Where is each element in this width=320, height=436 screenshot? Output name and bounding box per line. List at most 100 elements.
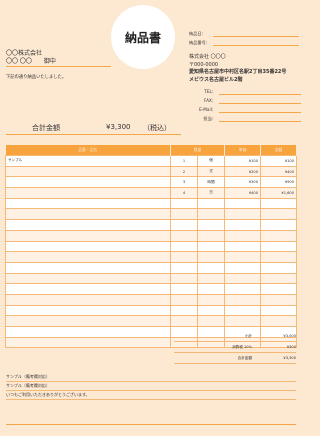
cell-quantity	[170, 283, 198, 295]
cell-item-name	[5, 197, 171, 210]
contact-value	[219, 114, 301, 122]
delivery-note-page: 納品書 納品日： 納品番号： 〇〇株式会社 〇〇 〇〇 御中 下記の通り納品いた…	[0, 0, 301, 436]
header-amount: 金額	[260, 145, 297, 156]
summary-tax: 消費税 10% ¥300	[174, 342, 296, 353]
cell-quantity	[170, 315, 198, 327]
cell-item-name	[5, 304, 171, 317]
items-table: 品番・品名 数量 単価 金額 サンプル 1 個 ¥100 ¥100 2 式 ¥200 ¥400 3…	[5, 145, 297, 349]
meta-row-number: 納品番号：	[189, 38, 299, 47]
header-unit-price: 単価	[224, 145, 261, 156]
cell-quantity	[170, 272, 198, 285]
cell-quantity	[170, 219, 198, 231]
total-amount: ¥3,300	[106, 123, 131, 131]
cell-unit	[197, 197, 225, 210]
cell-unit: 式	[197, 165, 225, 178]
note-line: いつもご利用いただきありがとうございます。	[6, 391, 296, 400]
cell-unit-price	[224, 219, 261, 231]
table-row	[5, 251, 297, 263]
contact-label: E-Mail：	[199, 107, 216, 112]
cell-unit-price	[224, 261, 261, 274]
summary-label: 小計	[244, 333, 252, 338]
table-row: 4 日 ¥400 ¥1,600	[5, 187, 297, 199]
contact-value	[219, 87, 301, 95]
client-honorific: 御中	[43, 58, 56, 65]
company-postal: 〒000-0000	[189, 61, 219, 68]
cell-quantity: 3	[170, 176, 198, 189]
table-row	[5, 229, 297, 242]
table-row	[5, 283, 297, 295]
cell-unit	[197, 272, 225, 285]
table-row	[5, 261, 297, 274]
cell-unit	[197, 293, 225, 306]
summary-block: 小計 ¥3,000 消費税 10% ¥300 合計金額 ¥3,300	[174, 331, 296, 364]
cell-unit-price	[224, 315, 261, 327]
contact-row-tel: TEL：	[189, 87, 301, 96]
cell-unit-price	[224, 283, 261, 295]
cell-unit-price: ¥400	[224, 187, 261, 199]
cell-item-name	[5, 272, 171, 285]
cell-quantity	[170, 229, 198, 242]
cell-quantity	[170, 251, 198, 263]
table-row	[5, 208, 297, 221]
cell-item-name	[5, 176, 171, 189]
cell-unit-price	[224, 251, 261, 263]
cell-unit	[197, 229, 225, 242]
cell-unit-price	[224, 197, 261, 210]
client-name: 〇〇株式会社	[6, 50, 43, 57]
table-row	[5, 315, 297, 327]
cell-unit-price: ¥300	[224, 176, 261, 189]
cell-unit-price	[224, 272, 261, 285]
document-meta: 納品日： 納品番号：	[189, 29, 299, 47]
cell-amount	[260, 197, 297, 210]
total-amount-box: 合計金額 ¥3,300 （税込）	[6, 120, 181, 135]
cell-unit	[197, 304, 225, 317]
cell-item-name	[5, 293, 171, 306]
table-row	[5, 293, 297, 306]
cell-unit	[197, 251, 225, 263]
contact-label: 担当：	[203, 116, 216, 121]
items-body: サンプル 1 個 ¥100 ¥100 2 式 ¥200 ¥400 3 時間 ¥300 ¥900 4 日 ¥40…	[5, 155, 297, 349]
table-row	[5, 219, 297, 231]
cell-quantity: 4	[170, 187, 198, 199]
cell-item-name	[5, 229, 171, 242]
cell-amount: ¥400	[260, 165, 297, 178]
cell-unit	[197, 240, 225, 253]
client-block: 〇〇株式会社 〇〇 〇〇 御中	[6, 50, 111, 67]
cell-quantity	[170, 261, 198, 274]
note-line: サンプル（備考欄対応）	[6, 373, 296, 382]
cell-amount	[260, 283, 297, 295]
cell-item-name	[5, 165, 171, 178]
client-person: 〇〇 〇〇	[6, 58, 32, 65]
cell-item-name	[5, 283, 171, 295]
cell-unit-price	[224, 293, 261, 306]
intro-text: 下記の通り納品いたしました。	[6, 75, 67, 80]
cell-amount	[260, 251, 297, 263]
total-tax-note: （税込）	[143, 124, 171, 132]
cell-item-name	[5, 208, 171, 221]
cell-amount	[260, 219, 297, 231]
cell-unit-price	[224, 229, 261, 242]
note-line: サンプル（備考欄対応）	[6, 382, 296, 391]
contact-label: FAX：	[204, 98, 216, 103]
cell-quantity: 2	[170, 165, 198, 178]
contact-row-fax: FAX：	[189, 96, 301, 105]
cell-amount	[260, 293, 297, 306]
table-row	[5, 304, 297, 317]
summary-value: ¥300	[286, 345, 296, 349]
table-row: サンプル 1 個 ¥100 ¥100	[5, 155, 297, 167]
company-address-2: メビウス名古屋ビル2階	[189, 76, 243, 83]
cell-amount	[260, 240, 297, 253]
summary-subtotal: 小計 ¥3,000	[174, 331, 296, 342]
total-label: 合計金額	[32, 124, 60, 132]
cell-unit	[197, 261, 225, 274]
contact-value	[219, 105, 301, 113]
cell-unit	[197, 283, 225, 295]
cell-item-name	[5, 187, 171, 199]
cell-unit: 日	[197, 187, 225, 199]
summary-value: ¥3,000	[283, 334, 296, 338]
cell-quantity	[170, 208, 198, 221]
cell-item-name	[5, 240, 171, 253]
contact-row-person: 担当：	[189, 114, 301, 123]
cell-item-name	[5, 261, 171, 274]
cell-unit	[197, 219, 225, 231]
